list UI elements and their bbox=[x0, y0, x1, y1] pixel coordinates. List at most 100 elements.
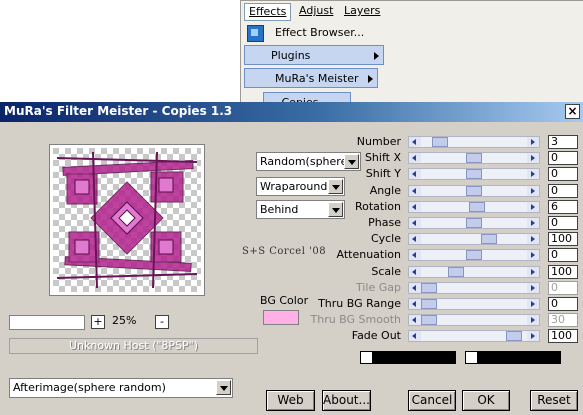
slider-thumb[interactable] bbox=[432, 137, 448, 147]
color-bar-1-swatch[interactable] bbox=[361, 352, 372, 363]
chevron-down-icon[interactable] bbox=[216, 380, 231, 395]
slider-thumb[interactable] bbox=[466, 153, 482, 163]
arrow-left-icon[interactable] bbox=[409, 137, 421, 147]
arrow-left-icon[interactable] bbox=[409, 299, 421, 309]
submenu-arrow-icon bbox=[374, 52, 379, 60]
param-slider-thru-bg-range[interactable] bbox=[408, 298, 540, 310]
color-bar-1[interactable] bbox=[360, 351, 456, 364]
slider-thumb[interactable] bbox=[469, 202, 485, 212]
param-value-phase[interactable]: 0 bbox=[548, 216, 578, 230]
arrow-left-icon[interactable] bbox=[409, 315, 421, 325]
arrow-right-icon[interactable] bbox=[527, 299, 539, 309]
param-value-tile-gap[interactable]: 0 bbox=[548, 281, 578, 295]
zoom-level: 25% bbox=[112, 314, 137, 327]
preview-image[interactable] bbox=[53, 148, 201, 292]
param-slider-phase[interactable] bbox=[408, 217, 540, 229]
param-value-thru-bg-smooth[interactable]: 30 bbox=[548, 313, 578, 327]
menu-effects[interactable]: Effects bbox=[244, 3, 292, 21]
arrow-right-icon[interactable] bbox=[527, 169, 539, 179]
color-bar-2[interactable] bbox=[465, 351, 561, 364]
arrow-left-icon[interactable] bbox=[409, 153, 421, 163]
color-bar-2-swatch[interactable] bbox=[466, 352, 477, 363]
slider-thumb[interactable] bbox=[466, 186, 482, 196]
param-slider-cycle[interactable] bbox=[408, 233, 540, 245]
arrow-left-icon[interactable] bbox=[409, 267, 421, 277]
arrow-right-icon[interactable] bbox=[527, 315, 539, 325]
param-label-fade-out: Fade Out bbox=[351, 329, 401, 342]
param-slider-number[interactable] bbox=[408, 136, 540, 148]
slider-thumb[interactable] bbox=[421, 315, 437, 325]
preview-frame bbox=[49, 144, 205, 296]
preset-select[interactable]: Afterimage(sphere random) bbox=[9, 378, 233, 398]
menu-item-effect-browser[interactable]: Effect Browser... bbox=[245, 23, 385, 43]
arrow-left-icon[interactable] bbox=[409, 234, 421, 244]
arrow-left-icon[interactable] bbox=[409, 186, 421, 196]
menu-adjust[interactable]: Adjust bbox=[295, 3, 337, 19]
param-value-number[interactable]: 3 bbox=[548, 135, 578, 149]
menu-item-mura-meister[interactable]: MuRa's Meister bbox=[244, 68, 378, 88]
arrow-right-icon[interactable] bbox=[527, 137, 539, 147]
param-value-cycle[interactable]: 100 bbox=[548, 232, 578, 246]
param-label-cycle: Cycle bbox=[370, 232, 401, 245]
param-value-shift-x[interactable]: 0 bbox=[548, 151, 578, 165]
arrow-right-icon[interactable] bbox=[527, 202, 539, 212]
slider-thumb[interactable] bbox=[506, 331, 522, 341]
slider-thumb[interactable] bbox=[448, 267, 464, 277]
param-slider-shift-x[interactable] bbox=[408, 152, 540, 164]
slider-thumb[interactable] bbox=[421, 283, 437, 293]
arrow-left-icon[interactable] bbox=[409, 283, 421, 293]
menu-item-plugins[interactable]: Plugins bbox=[244, 45, 384, 65]
slider-thumb[interactable] bbox=[466, 218, 482, 228]
slider-thumb[interactable] bbox=[466, 169, 482, 179]
param-value-angle[interactable]: 0 bbox=[548, 184, 578, 198]
param-slider-angle[interactable] bbox=[408, 185, 540, 197]
param-slider-fade-out[interactable] bbox=[408, 330, 540, 342]
param-label-tile-gap: Tile Gap bbox=[355, 281, 401, 294]
arrow-right-icon[interactable] bbox=[527, 283, 539, 293]
close-button[interactable]: × bbox=[565, 104, 580, 119]
param-label-scale: Scale bbox=[371, 265, 401, 278]
arrow-right-icon[interactable] bbox=[527, 234, 539, 244]
arrow-left-icon[interactable] bbox=[409, 331, 421, 341]
arrow-left-icon[interactable] bbox=[409, 250, 421, 260]
web-button[interactable]: Web bbox=[266, 390, 315, 411]
param-slider-tile-gap[interactable] bbox=[408, 282, 540, 294]
arrow-right-icon[interactable] bbox=[527, 250, 539, 260]
param-value-fade-out[interactable]: 100 bbox=[548, 329, 578, 343]
slider-thumb[interactable] bbox=[481, 234, 497, 244]
arrow-left-icon[interactable] bbox=[409, 218, 421, 228]
arrow-right-icon[interactable] bbox=[527, 218, 539, 228]
about-button[interactable]: About... bbox=[322, 390, 371, 411]
reset-button[interactable]: Reset bbox=[530, 390, 578, 411]
slider-thumb[interactable] bbox=[421, 299, 437, 309]
param-value-attenuation[interactable]: 0 bbox=[548, 248, 578, 262]
arrow-left-icon[interactable] bbox=[409, 202, 421, 212]
bg-color-swatch[interactable] bbox=[263, 310, 299, 325]
order-value: Behind bbox=[260, 203, 299, 216]
param-label-thru-bg-range: Thru BG Range bbox=[318, 297, 401, 310]
param-slider-rotation[interactable] bbox=[408, 201, 540, 213]
param-value-shift-y[interactable]: 0 bbox=[548, 167, 578, 181]
param-value-rotation[interactable]: 6 bbox=[548, 200, 578, 214]
param-label-attenuation: Attenuation bbox=[336, 248, 401, 261]
zoom-in-button[interactable]: + bbox=[91, 315, 105, 329]
param-label-shift-x: Shift X bbox=[364, 151, 401, 164]
menu-layers[interactable]: Layers bbox=[340, 3, 384, 19]
param-value-scale[interactable]: 100 bbox=[548, 265, 578, 279]
param-slider-scale[interactable] bbox=[408, 266, 540, 278]
arrow-right-icon[interactable] bbox=[527, 267, 539, 277]
cancel-button[interactable]: Cancel bbox=[408, 390, 456, 411]
arrow-right-icon[interactable] bbox=[527, 331, 539, 341]
arrow-right-icon[interactable] bbox=[527, 186, 539, 196]
preview-scroll-box[interactable] bbox=[9, 315, 85, 330]
param-slider-shift-y[interactable] bbox=[408, 168, 540, 180]
arrow-right-icon[interactable] bbox=[527, 153, 539, 163]
param-slider-attenuation[interactable] bbox=[408, 249, 540, 261]
param-slider-thru-bg-smooth[interactable] bbox=[408, 314, 540, 326]
param-label-thru-bg-smooth: Thru BG Smooth bbox=[310, 313, 402, 326]
ok-button[interactable]: OK bbox=[462, 390, 510, 411]
param-value-thru-bg-range[interactable]: 0 bbox=[548, 297, 578, 311]
slider-thumb[interactable] bbox=[466, 250, 482, 260]
arrow-left-icon[interactable] bbox=[409, 169, 421, 179]
zoom-out-button[interactable]: - bbox=[155, 315, 169, 329]
